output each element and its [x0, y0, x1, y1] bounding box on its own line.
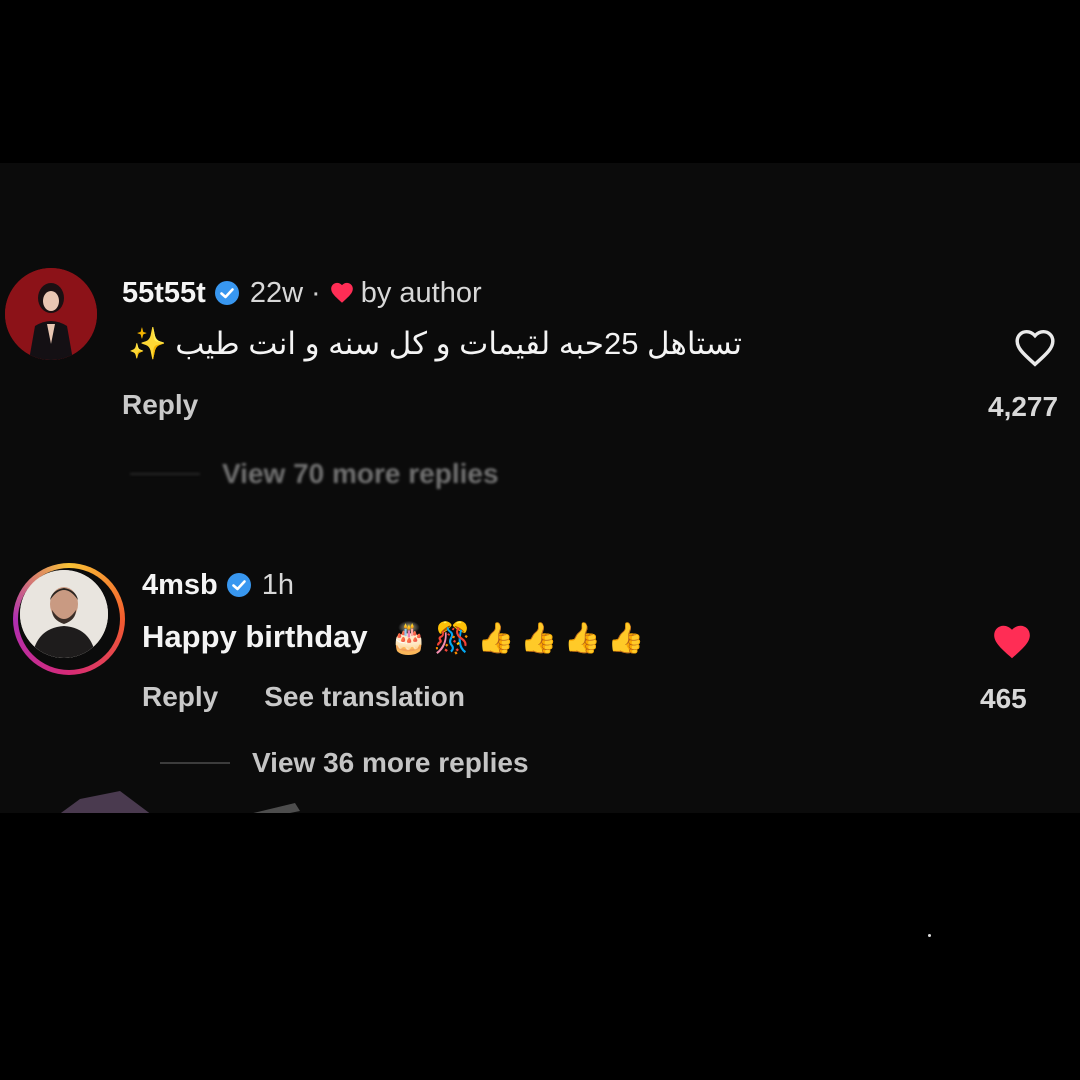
comment-actions: Reply: [122, 389, 198, 421]
emoji-row: 🎂 🎊 👍 👍 👍 👍: [390, 622, 644, 656]
heart-icon: [329, 280, 355, 306]
view-replies-label: View 36 more replies: [252, 747, 529, 778]
comment-actions: Reply See translation: [142, 681, 465, 713]
comment-meta: 4msb 1h: [142, 565, 294, 605]
see-translation-button[interactable]: See translation: [264, 681, 465, 713]
username[interactable]: 55t55t: [122, 277, 206, 310]
view-replies-button[interactable]: View 36 more replies: [160, 747, 529, 779]
avatar-photo: [20, 570, 108, 658]
comment-text: تستاهل 25حبه لقيمات و كل سنه و انت طيب ✨: [128, 326, 742, 361]
avatar[interactable]: [5, 268, 97, 360]
comment-text-body: Happy birthday: [142, 619, 368, 654]
like-count: 465: [980, 683, 1027, 714]
view-replies-button[interactable]: View 70 more replies: [130, 458, 499, 490]
verified-badge-icon: [226, 572, 252, 598]
speck: [928, 934, 931, 937]
reply-button[interactable]: Reply: [122, 389, 198, 421]
partial-avatar-artifact: [60, 791, 300, 813]
divider: [130, 473, 200, 475]
comments-panel: 55t55t 22w · by author تستاهل 25حبه لقيم…: [0, 163, 1080, 813]
comment-meta: 55t55t 22w · by author: [122, 273, 482, 313]
reply-button[interactable]: Reply: [142, 681, 218, 713]
separator: ·: [311, 276, 321, 309]
heart-outline-icon: [1015, 329, 1055, 367]
verified-badge-icon: [214, 280, 240, 306]
comment-text: Happy birthday 🎂 🎊 👍 👍 👍 👍: [142, 619, 644, 656]
heart-filled-icon: [994, 625, 1030, 659]
divider: [160, 762, 230, 764]
view-replies-label: View 70 more replies: [222, 458, 499, 489]
avatar[interactable]: [13, 563, 125, 675]
timestamp: 22w: [249, 276, 304, 309]
cake-emoji: 🎂: [390, 621, 428, 655]
confetti-emoji: 🎊: [433, 621, 471, 655]
like-button[interactable]: [982, 619, 1042, 665]
like-count: 4,277: [988, 391, 1059, 422]
author-badge: by author: [360, 276, 482, 309]
thumbs-up-emoji: 👍: [520, 621, 558, 655]
timestamp: 1h: [261, 568, 295, 601]
thumbs-up-emoji: 👍: [477, 621, 515, 655]
username[interactable]: 4msb: [142, 569, 218, 602]
thumbs-up-emoji: 👍: [563, 621, 602, 655]
thumbs-up-emoji: 👍: [607, 621, 645, 655]
like-button[interactable]: [1005, 325, 1065, 371]
